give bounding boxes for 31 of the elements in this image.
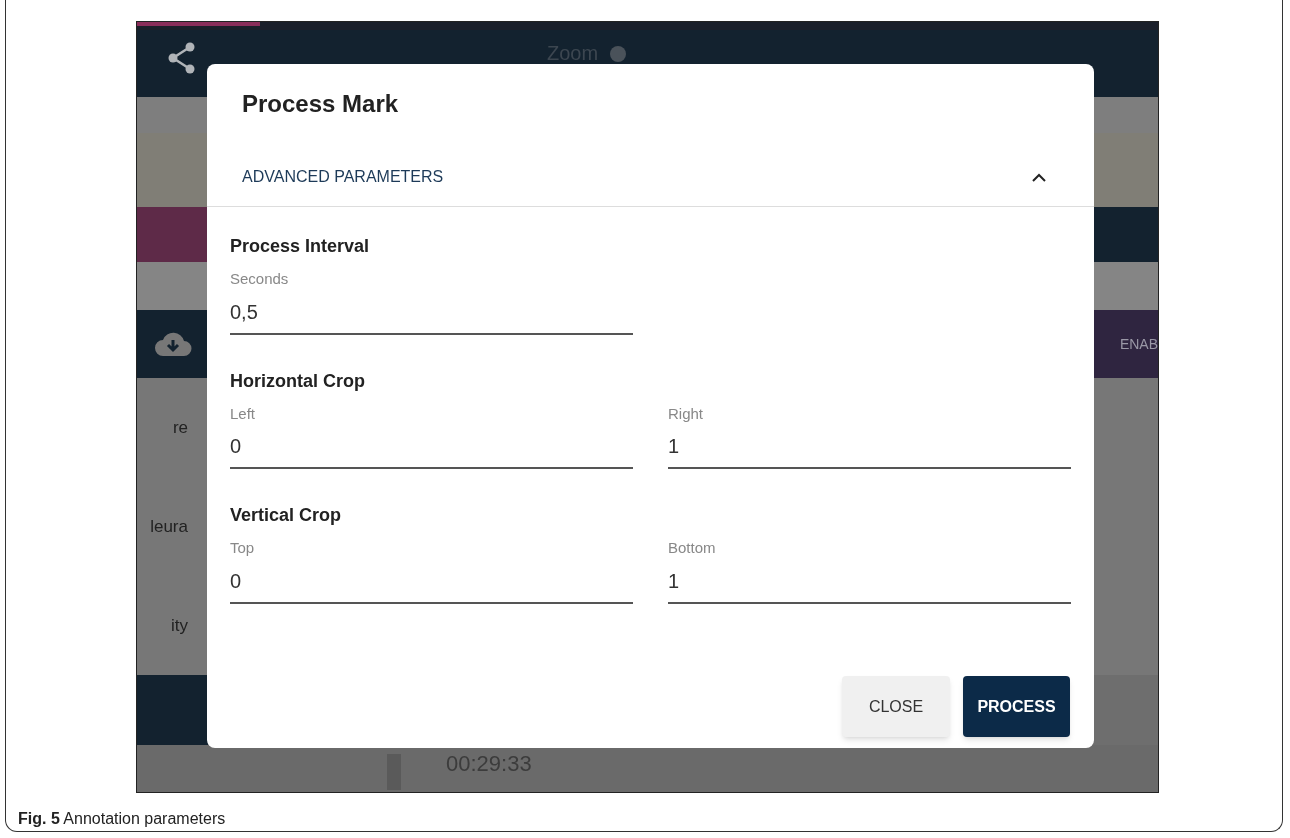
process-button[interactable]: PROCESS	[963, 676, 1070, 737]
group-title: Process Interval	[230, 235, 371, 258]
share-icon	[167, 42, 197, 74]
side-label: re	[171, 416, 189, 439]
field-value: 0	[230, 434, 243, 459]
text-field[interactable]: Top 0	[230, 537, 633, 604]
cloud-download-icon[interactable]	[153, 331, 192, 357]
field-value: 1	[668, 568, 681, 594]
text-field[interactable]: Left 0	[230, 402, 633, 469]
field-label: Bottom	[668, 538, 717, 558]
side-label: leura	[149, 515, 189, 538]
enable-button[interactable]: ENAB	[1094, 310, 1158, 378]
advanced-parameters-toggle[interactable]: ADVANCED PARAMETERS	[242, 156, 1046, 198]
field-label: Top	[230, 538, 256, 558]
footer-bar	[137, 675, 208, 745]
field-value: 0,5	[230, 299, 259, 325]
figure-caption: Fig. 5 Annotation parameters	[18, 809, 227, 829]
close-button[interactable]: CLOSE	[842, 676, 950, 737]
field-label: Right	[668, 403, 705, 424]
field-label: Seconds	[230, 269, 290, 289]
text-field[interactable]: Right 1	[668, 402, 1071, 469]
zoom-slider-thumb	[610, 46, 627, 62]
text-field[interactable]: Seconds 0,5	[230, 268, 633, 335]
field-value: 1	[668, 434, 681, 459]
field-value: 0	[230, 568, 243, 594]
side-label: ity	[170, 614, 189, 637]
field-label: Left	[230, 403, 257, 424]
group-title: Vertical Crop	[230, 504, 343, 527]
dialog-title: Process Mark	[242, 89, 400, 119]
text-field[interactable]: Bottom 1	[668, 537, 1071, 604]
group-title: Horizontal Crop	[230, 369, 366, 393]
